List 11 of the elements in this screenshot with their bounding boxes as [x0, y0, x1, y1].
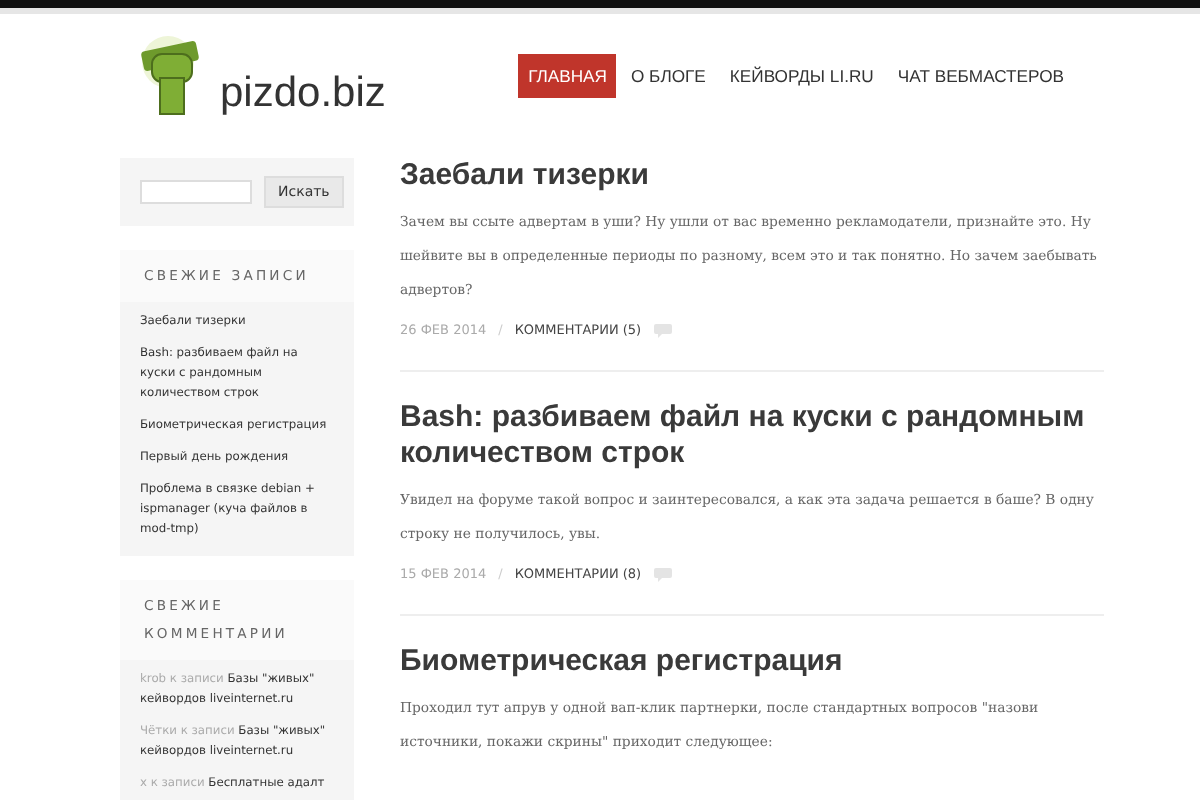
post-title[interactable]: Заебали тизерки [400, 158, 1104, 194]
nav-link[interactable]: ГЛАВНАЯ [518, 54, 617, 98]
logo-text[interactable]: pizdo.biz [220, 70, 386, 118]
search-field[interactable] [140, 180, 252, 204]
nav-link[interactable]: О БЛОГЕ [620, 54, 716, 98]
post-title[interactable]: Bash: разбиваем файл на куски с рандомным количеством строк [400, 400, 1104, 472]
nav-link[interactable]: КЕЙВОРДЫ LI.RU [719, 54, 884, 98]
speech-bubble-icon [653, 323, 672, 337]
post-title[interactable]: Биометрическая регистрация [400, 644, 1104, 680]
speech-bubble-icon [653, 567, 672, 581]
nav-link[interactable]: ЧАТ ВЕБМАСТЕРОВ [887, 54, 1074, 98]
